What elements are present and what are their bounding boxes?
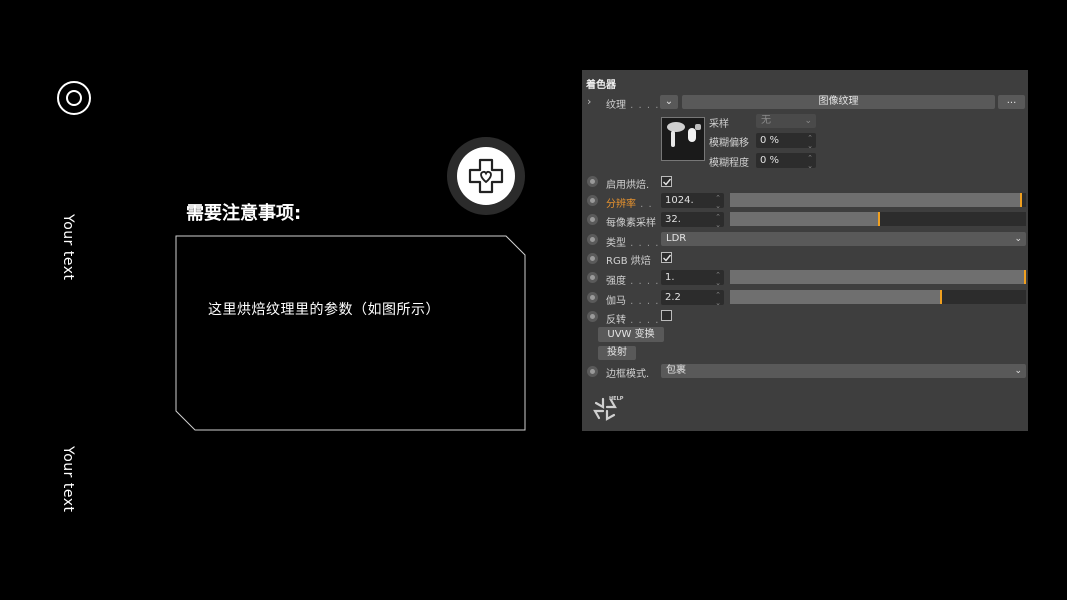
type-label: 类型 . . . .	[606, 238, 660, 249]
resolution-field[interactable]: 1024. ⌃ ⌄	[661, 193, 724, 210]
projection-button[interactable]: 投射	[598, 346, 636, 360]
resolution-label: 分辨率 . .	[606, 199, 653, 210]
gamma-field[interactable]: 2.2 ⌃ ⌄	[661, 290, 724, 307]
gamma-label: 伽马 . . . .	[606, 296, 660, 307]
help-text: HELP	[609, 396, 624, 402]
blur-scale-field[interactable]: 0 % ⌃ ⌄	[756, 153, 816, 170]
invert-label: 反转 . . . .	[606, 315, 660, 326]
border-mode-label: 边框模式.	[606, 369, 650, 380]
resolution-radio[interactable]	[587, 195, 598, 206]
samples-label: 每像素采样	[606, 218, 656, 229]
vertical-text-top: Your text	[60, 214, 76, 281]
power-label: 强度 . . . .	[606, 276, 660, 287]
texture-label: 纹理 . . . .	[606, 100, 660, 111]
sampling-label: 采样	[709, 119, 729, 130]
type-select[interactable]: LDR ⌄	[661, 232, 1026, 246]
power-field[interactable]: 1. ⌃ ⌄	[661, 270, 724, 287]
resolution-slider[interactable]	[730, 193, 1026, 207]
samples-field[interactable]: 32. ⌃ ⌄	[661, 212, 724, 229]
rgb-bake-label: RGB 烘焙	[606, 256, 651, 267]
uvw-transform-button[interactable]: UVW 变换	[598, 327, 664, 342]
gamma-slider[interactable]	[730, 290, 1026, 304]
slider-handle[interactable]	[940, 290, 942, 304]
samples-slider[interactable]	[730, 212, 1026, 226]
blur-offset-label: 模糊偏移	[709, 138, 749, 149]
chevron-down-icon: ⌄	[664, 96, 674, 107]
image-texture-button[interactable]: 图像纹理	[682, 95, 995, 109]
enable-bake-checkbox[interactable]	[661, 176, 672, 187]
blur-offset-field[interactable]: 0 % ⌃ ⌄	[756, 133, 816, 150]
shader-panel: 着色器 › 纹理 . . . . ⌄ 图像纹理 ... 采样 无 ⌄ 模糊偏移 0…	[582, 70, 1028, 431]
help-icon[interactable]: HELP	[591, 393, 625, 426]
samples-radio[interactable]	[587, 214, 598, 225]
rgb-bake-radio[interactable]	[587, 253, 598, 264]
panel-title: 着色器	[586, 80, 616, 91]
note-frame	[175, 235, 527, 432]
note-text: 这里烘焙纹理里的参数（如图所示）	[208, 302, 440, 318]
spinner-icon[interactable]: ⌃ ⌄	[715, 213, 721, 229]
spinner-icon[interactable]: ⌃ ⌄	[807, 134, 813, 150]
spinner-icon[interactable]: ⌃ ⌄	[715, 271, 721, 287]
sampling-select[interactable]: 无 ⌄	[756, 114, 816, 128]
type-radio[interactable]	[587, 234, 598, 245]
slider-handle[interactable]	[878, 212, 880, 226]
chevron-down-icon: ⌄	[1014, 234, 1022, 244]
border-mode-radio[interactable]	[587, 366, 598, 377]
power-radio[interactable]	[587, 272, 598, 283]
texture-thumbnail[interactable]	[661, 117, 705, 161]
gamma-radio[interactable]	[587, 292, 598, 303]
enable-bake-radio[interactable]	[587, 176, 598, 187]
page-heading: 需要注意事项:	[186, 203, 302, 224]
spinner-icon[interactable]: ⌃ ⌄	[715, 291, 721, 307]
chevron-down-icon: ⌄	[1014, 366, 1022, 376]
chevron-down-icon: ⌄	[804, 116, 812, 126]
cross-heart-icon	[468, 158, 504, 194]
blur-scale-label: 模糊程度	[709, 158, 749, 169]
slider-handle[interactable]	[1024, 270, 1026, 284]
rgb-bake-checkbox[interactable]	[661, 252, 672, 263]
spinner-icon[interactable]: ⌃ ⌄	[807, 154, 813, 170]
invert-checkbox[interactable]	[661, 310, 672, 321]
vertical-text-bottom: Your text	[60, 446, 76, 513]
checkmark-icon	[663, 178, 672, 186]
border-mode-select[interactable]: 包裹 ⌄	[661, 364, 1026, 378]
spinner-icon[interactable]: ⌃ ⌄	[715, 194, 721, 210]
ring-logo-icon	[57, 81, 91, 115]
texture-dropdown-button[interactable]: ⌄	[660, 95, 678, 109]
enable-bake-label: 启用烘焙.	[606, 180, 650, 191]
more-button[interactable]: ...	[998, 95, 1025, 109]
medical-cross-badge	[447, 137, 525, 215]
invert-radio[interactable]	[587, 311, 598, 322]
slider-handle[interactable]	[1020, 193, 1022, 207]
power-slider[interactable]	[730, 270, 1026, 284]
checkmark-icon	[663, 254, 672, 262]
chevron-right-icon[interactable]: ›	[587, 95, 591, 108]
